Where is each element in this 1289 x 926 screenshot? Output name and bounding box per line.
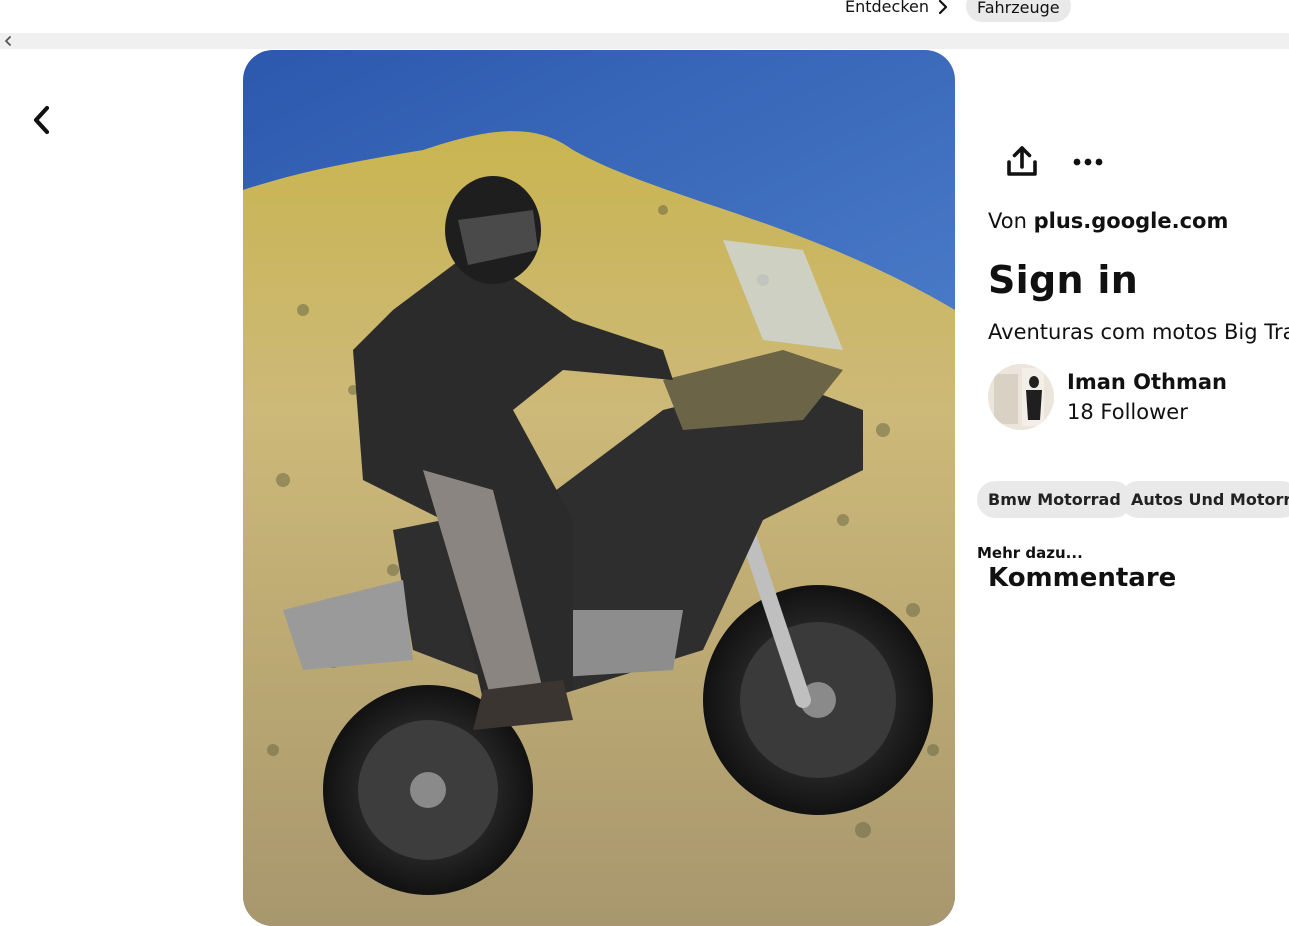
tag-chip[interactable]: Bmw Motorrad	[977, 481, 1132, 518]
author-followers: 18 Follower	[1067, 400, 1188, 424]
more-options-button[interactable]	[1068, 142, 1108, 182]
motorcycle-photo	[243, 50, 955, 926]
share-button[interactable]	[1002, 142, 1042, 182]
share-icon	[1007, 146, 1037, 176]
more-options-icon	[1073, 158, 1103, 166]
source-domain-link[interactable]: plus.google.com	[1034, 209, 1229, 233]
back-button[interactable]	[20, 98, 64, 142]
pin-description: Aventuras com motos Big Trail	[988, 320, 1289, 344]
author-name-link[interactable]: Iman Othman	[1067, 370, 1227, 394]
chevron-right-icon	[938, 0, 948, 15]
tag-chip[interactable]: Autos Und Motorräd	[1120, 481, 1289, 518]
breadcrumb-fahrzeuge-chip[interactable]: Fahrzeuge	[966, 0, 1071, 22]
breadcrumb-entdecken-link[interactable]: Entdecken	[845, 0, 929, 16]
comments-heading[interactable]: Kommentare	[988, 563, 1176, 593]
pin-image[interactable]	[243, 50, 955, 926]
chevron-left-icon	[33, 105, 50, 135]
pin-title[interactable]: Sign in	[988, 258, 1138, 302]
horizontal-scrollbar[interactable]	[0, 33, 1289, 49]
avatar[interactable]	[988, 364, 1054, 430]
more-section-label: Mehr dazu...	[977, 544, 1083, 562]
avatar-image	[988, 364, 1054, 430]
source-prefix: Von	[988, 209, 1027, 233]
pin-source: Von plus.google.com	[988, 209, 1228, 233]
breadcrumb: Entdecken Fahrzeuge	[0, 0, 1289, 30]
scroll-left-icon[interactable]	[3, 35, 13, 47]
